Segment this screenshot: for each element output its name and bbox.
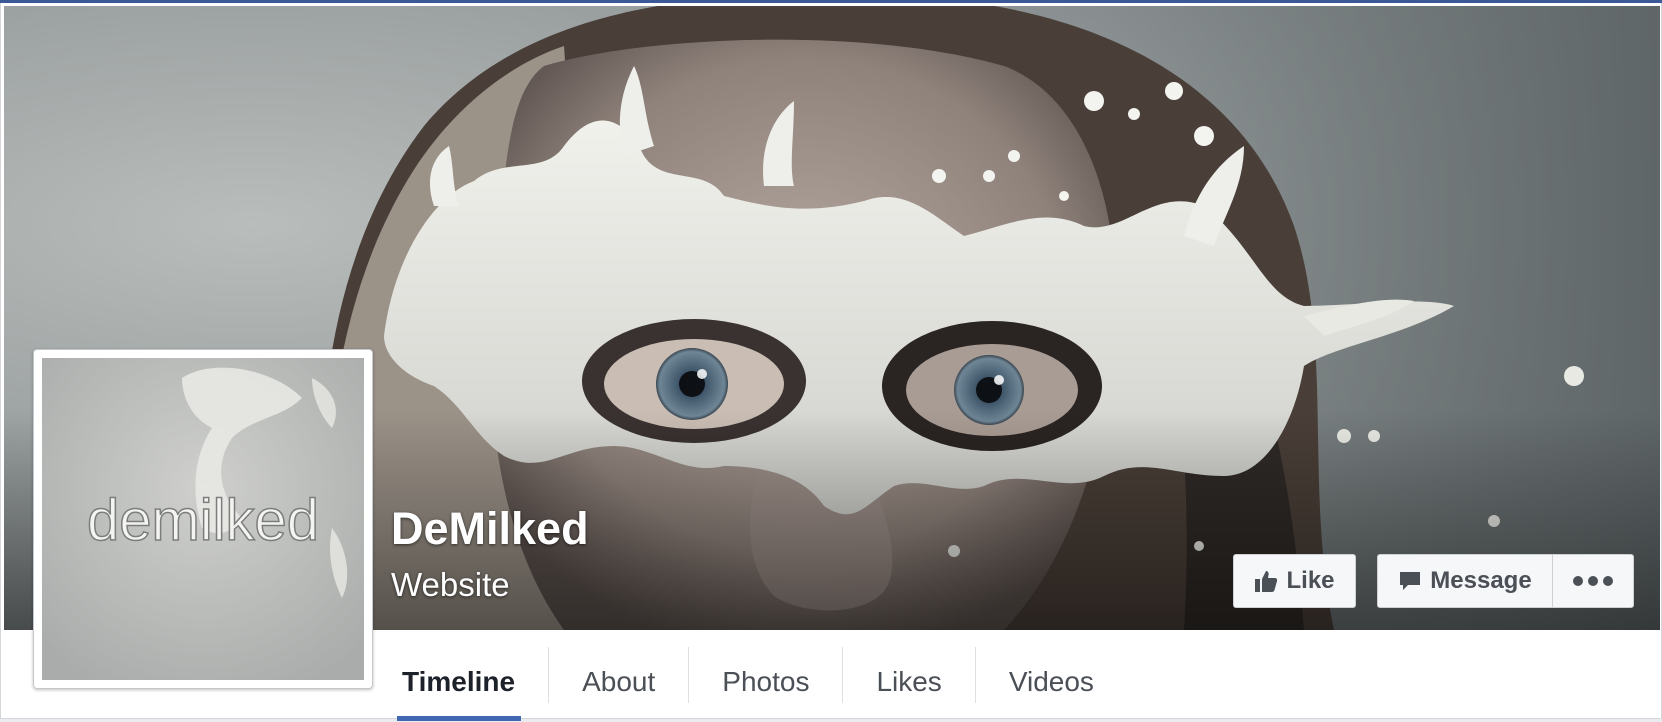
like-button[interactable]: Like [1233,554,1356,608]
message-button-label: Message [1430,567,1532,594]
profile-picture[interactable]: demilked [33,349,373,689]
tab-label: Timeline [402,666,516,697]
tab-label: About [582,666,656,697]
more-options-button[interactable] [1552,554,1634,608]
tab-label: Videos [1008,666,1094,697]
message-button[interactable]: Message [1377,554,1553,608]
tab-videos[interactable]: Videos [976,643,1127,721]
page-category[interactable]: Website [391,566,510,604]
tab-label: Likes [876,666,942,697]
like-button-label: Like [1286,567,1335,594]
page-title[interactable]: DeMilked [391,503,589,555]
more-dots-icon [1573,576,1613,586]
tab-label: Photos [722,666,810,697]
tab-timeline[interactable]: Timeline [396,643,548,721]
logo-text: demilked [87,488,319,553]
speech-bubble-icon [1398,569,1422,593]
tab-about[interactable]: About [549,643,688,721]
tab-likes[interactable]: Likes [843,643,974,721]
page-header: DeMilked Website demilked Like Message T… [0,3,1662,721]
demilked-logo: demilked [42,358,364,680]
profile-picture-image: demilked [42,358,364,680]
tab-photos[interactable]: Photos [689,643,842,721]
thumbs-up-icon [1254,569,1278,593]
page-tabs: Timeline About Photos Likes Videos [396,643,1127,721]
